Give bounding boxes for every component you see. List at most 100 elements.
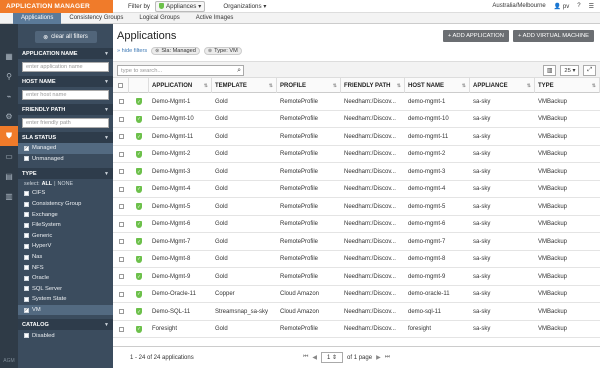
filter-option[interactable]: Exchange bbox=[18, 209, 113, 220]
shield-icon[interactable]: ⛊ bbox=[0, 126, 18, 146]
last-page-icon[interactable]: ⏭ bbox=[385, 354, 390, 361]
menu-icon[interactable]: ☰ bbox=[589, 3, 594, 10]
clear-all-filters-button[interactable]: ⊗ clear all filters bbox=[34, 31, 97, 43]
close-icon[interactable]: ⊗ bbox=[208, 48, 212, 54]
table-row[interactable]: ✓ Demo-Oracle-11 Copper Cloud Amazon Needham… bbox=[113, 286, 600, 304]
tab-consistency-groups[interactable]: Consistency Groups bbox=[61, 13, 131, 24]
checkbox[interactable] bbox=[24, 296, 29, 302]
checkbox-checked[interactable]: ✓ bbox=[24, 307, 29, 313]
add-application-button[interactable]: + ADD APPLICATION bbox=[442, 30, 509, 42]
table-row[interactable]: ✓ Demo-Mgmt-7 Gold RemoteProfile Needham:/Di… bbox=[113, 233, 600, 251]
filter-section-sla-status[interactable]: SLA STATUS ▼ bbox=[18, 132, 113, 143]
table-row[interactable]: ✓ Demo-Mgmt-8 Gold RemoteProfile Needham:/Di… bbox=[113, 251, 600, 269]
filter-option[interactable]: ✓ VM bbox=[18, 304, 113, 316]
row-checkbox[interactable] bbox=[113, 216, 129, 234]
row-checkbox[interactable] bbox=[113, 181, 129, 199]
friendly-path-input[interactable]: enter friendly path bbox=[22, 118, 109, 128]
filter-option[interactable]: ✓ Managed bbox=[18, 143, 113, 154]
filter-option[interactable]: NFS bbox=[18, 262, 113, 273]
row-checkbox[interactable] bbox=[113, 111, 129, 129]
app-name-input[interactable]: enter application name bbox=[22, 62, 109, 72]
filter-section-type[interactable]: TYPE ▼ bbox=[18, 168, 113, 180]
filter-option[interactable]: System State bbox=[18, 294, 113, 305]
row-checkbox[interactable] bbox=[113, 268, 129, 286]
first-page-icon[interactable]: ⏮ bbox=[303, 354, 308, 361]
tab-active-images[interactable]: Active Images bbox=[188, 13, 242, 24]
checkbox[interactable] bbox=[24, 156, 29, 162]
server-icon[interactable]: ▥ bbox=[0, 186, 18, 206]
table-row[interactable]: ✓ Demo-Mgmt-10 Gold RemoteProfile Needham:/D… bbox=[113, 111, 600, 129]
table-row[interactable]: ✓ Foresight Gold RemoteProfile Needham:/Disc… bbox=[113, 321, 600, 339]
filter-chip-sla[interactable]: ⊗ Sla: Managed bbox=[151, 47, 200, 55]
search-icon[interactable]: ⌕ bbox=[237, 67, 241, 75]
columns-icon[interactable]: ▥ bbox=[542, 65, 557, 76]
checkbox[interactable] bbox=[24, 233, 29, 239]
search-input[interactable]: type to search... ⌕ bbox=[117, 65, 244, 76]
filter-option[interactable]: Consistency Group bbox=[18, 199, 113, 210]
page-size-select[interactable]: 25 ▾ bbox=[560, 65, 580, 76]
table-row[interactable]: ✓ Demo-Mgmt-3 Gold RemoteProfile Needham:/Di… bbox=[113, 163, 600, 181]
close-icon[interactable]: ⊗ bbox=[155, 48, 159, 54]
column-header-template[interactable]: TEMPLATE ⇅ bbox=[212, 78, 277, 93]
filter-option[interactable]: Nas bbox=[18, 252, 113, 263]
checkbox[interactable] bbox=[24, 222, 29, 228]
user-menu[interactable]: 👤 pv bbox=[554, 3, 570, 10]
row-checkbox[interactable] bbox=[113, 233, 129, 251]
help-icon[interactable]: ? bbox=[577, 3, 580, 9]
table-row[interactable]: ✓ Demo-Mgmt-11 Gold RemoteProfile Needham:/D… bbox=[113, 128, 600, 146]
filter-section-app-name[interactable]: APPLICATION NAME ▼ bbox=[18, 48, 113, 59]
checkbox[interactable] bbox=[24, 201, 29, 207]
filter-option[interactable]: Generic bbox=[18, 231, 113, 242]
select-none-link[interactable]: NONE bbox=[57, 181, 73, 187]
row-checkbox[interactable] bbox=[113, 163, 129, 181]
filter-option[interactable]: FileSystem bbox=[18, 220, 113, 231]
row-checkbox[interactable] bbox=[113, 198, 129, 216]
column-header-friendly-path[interactable]: FRIENDLY PATH ⇅ bbox=[341, 78, 405, 93]
select-all-link[interactable]: ALL bbox=[42, 181, 52, 187]
table-row[interactable]: ✓ Demo-Mgmt-9 Gold RemoteProfile Needham:/Di… bbox=[113, 268, 600, 286]
sla-icon[interactable]: ⚲ bbox=[0, 66, 18, 86]
filter-section-host-name[interactable]: HOST NAME ▼ bbox=[18, 76, 113, 87]
row-checkbox[interactable] bbox=[113, 286, 129, 304]
appliances-dropdown[interactable]: Appliances ▾ bbox=[155, 0, 206, 12]
select-all-checkbox[interactable] bbox=[113, 78, 129, 93]
column-header-host-name[interactable]: HOST NAME ⇅ bbox=[405, 78, 470, 93]
table-row[interactable]: ✓ Demo-Mgmt-1 Gold RemoteProfile Needham:/Di… bbox=[113, 93, 600, 111]
protect-icon[interactable]: ⌁ bbox=[0, 86, 18, 106]
filter-option[interactable]: Unmanaged bbox=[18, 154, 113, 165]
table-row[interactable]: ✓ Demo-SQL-11 Streamsnap_sa-sky Cloud Amazo… bbox=[113, 303, 600, 321]
tab-applications[interactable]: Applications bbox=[13, 12, 62, 24]
chat-icon[interactable]: ▭ bbox=[0, 146, 18, 166]
host-name-input[interactable]: enter host name bbox=[22, 90, 109, 100]
checkbox[interactable] bbox=[24, 212, 29, 218]
checkbox[interactable] bbox=[24, 333, 29, 339]
row-checkbox[interactable] bbox=[113, 251, 129, 269]
column-header-type[interactable]: TYPE ⇅ bbox=[535, 78, 600, 93]
checkbox[interactable] bbox=[24, 190, 29, 196]
checkbox[interactable] bbox=[24, 243, 29, 249]
table-row[interactable]: ✓ Demo-Mgmt-4 Gold RemoteProfile Needham:/Di… bbox=[113, 181, 600, 199]
column-header-appliance[interactable]: APPLIANCE ⇅ bbox=[470, 78, 535, 93]
checkbox-checked[interactable]: ✓ bbox=[24, 145, 29, 151]
column-header-application[interactable]: APPLICATION ⇅ bbox=[149, 78, 212, 93]
prev-page-icon[interactable]: ◀ bbox=[312, 354, 317, 361]
filter-chip-type[interactable]: ⊗ Type: VM bbox=[203, 47, 242, 55]
add-virtual-machine-button[interactable]: + ADD VIRTUAL MACHINE bbox=[512, 30, 594, 42]
filter-option[interactable]: HyperV bbox=[18, 241, 113, 252]
checkbox[interactable] bbox=[24, 254, 29, 260]
tab-logical-groups[interactable]: Logical Groups bbox=[131, 13, 187, 24]
row-checkbox[interactable] bbox=[113, 303, 129, 321]
table-row[interactable]: ✓ Demo-Mgmt-5 Gold RemoteProfile Needham:/Di… bbox=[113, 198, 600, 216]
hide-filters-link[interactable]: » hide filters bbox=[117, 48, 147, 54]
filter-section-friendly-path[interactable]: FRIENDLY PATH ▼ bbox=[18, 104, 113, 115]
row-checkbox[interactable] bbox=[113, 321, 129, 339]
filter-option[interactable]: SQL Server bbox=[18, 284, 113, 295]
filter-option[interactable]: CIFS bbox=[18, 188, 113, 199]
checkbox[interactable] bbox=[24, 286, 29, 292]
page-number-input[interactable]: 1 ⇕ bbox=[321, 352, 344, 363]
expand-icon[interactable]: ⤢ bbox=[583, 65, 596, 76]
table-row[interactable]: ✓ Demo-Mgmt-2 Gold RemoteProfile Needham:/Di… bbox=[113, 146, 600, 163]
filter-section-catalog[interactable]: CATALOG ▼ bbox=[18, 319, 113, 331]
next-page-icon[interactable]: ▶ bbox=[376, 354, 381, 361]
filter-option[interactable]: Disabled bbox=[18, 330, 113, 341]
